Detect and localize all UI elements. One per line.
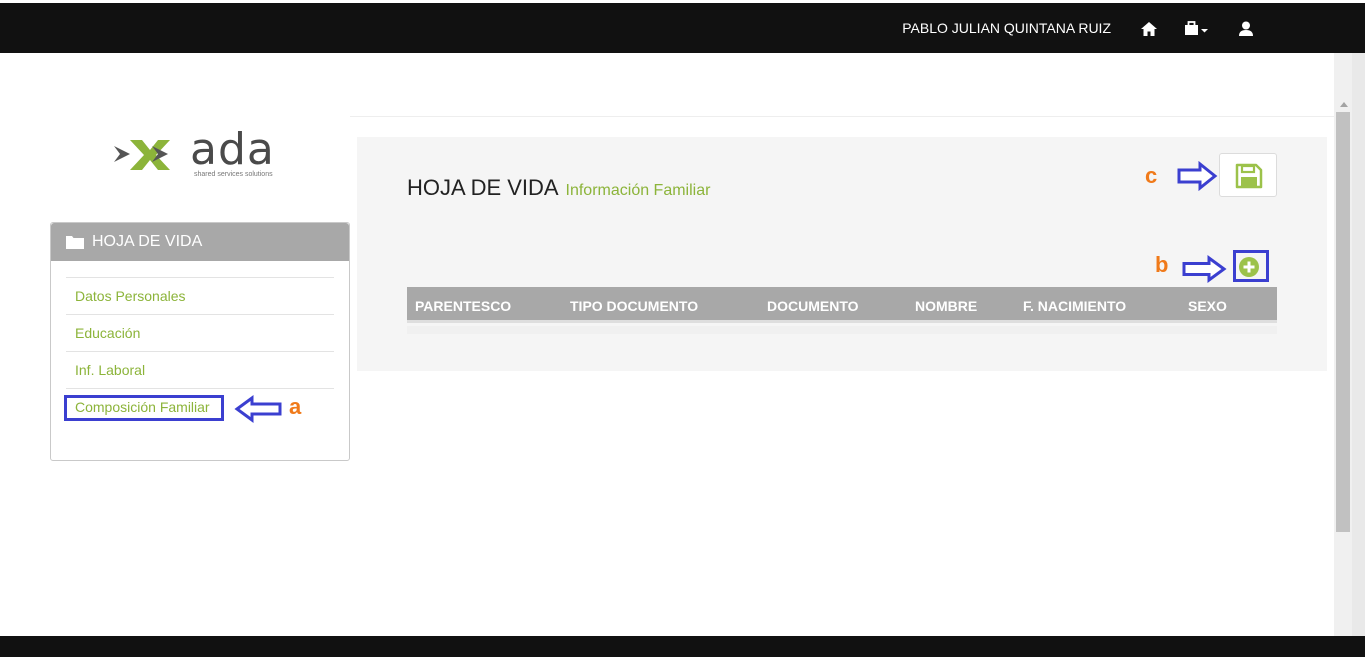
sidebar-header: HOJA DE VIDA: [51, 223, 349, 261]
scrollbar-thumb[interactable]: [1336, 112, 1350, 532]
column-header-documento[interactable]: DOCUMENTO: [767, 298, 859, 314]
table-body-empty: [407, 326, 1277, 334]
scrollbar-edge: [1352, 53, 1365, 636]
sidebar-title: HOJA DE VIDA: [92, 233, 203, 250]
column-header-nombre[interactable]: NOMBRE: [915, 298, 977, 314]
divider: [350, 116, 1334, 117]
column-header-f-nacimiento[interactable]: F. NACIMIENTO: [1023, 298, 1126, 314]
user-name[interactable]: PABLO JULIAN QUINTANA RUIZ: [902, 20, 1111, 36]
arrow-left-icon: [234, 395, 282, 423]
column-header-tipo-documento[interactable]: TIPO DOCUMENTO: [570, 298, 698, 314]
page-title: HOJA DE VIDA Información Familiar: [407, 175, 710, 201]
sidebar-item-datos-personales[interactable]: Datos Personales: [66, 278, 334, 315]
company-logo: ada shared services solutions: [112, 124, 292, 186]
annotation-c: c: [1145, 163, 1158, 188]
arrow-right-icon: [1182, 255, 1227, 283]
page-subtitle: Información Familiar: [565, 182, 711, 199]
arrow-right-icon: [1177, 161, 1218, 191]
sidebar-panel: HOJA DE VIDA Datos Personales Educación …: [50, 222, 350, 461]
logo-text: ada: [190, 124, 275, 175]
page-title-text: HOJA DE VIDA: [407, 175, 558, 200]
top-navbar: PABLO JULIAN QUINTANA RUIZ: [0, 0, 1365, 53]
sidebar-item-educacion[interactable]: Educación: [66, 315, 334, 352]
annotation-a: a: [289, 394, 302, 419]
highlight-box-b: [1233, 250, 1269, 282]
save-button[interactable]: [1219, 153, 1277, 197]
highlight-box-a: [64, 395, 224, 421]
scroll-up-arrow-icon[interactable]: [1336, 97, 1352, 111]
column-header-sexo[interactable]: SEXO: [1188, 298, 1227, 314]
column-header-parentesco[interactable]: PARENTESCO: [415, 298, 511, 314]
folder-icon: [66, 236, 84, 249]
user-icon[interactable]: [1236, 19, 1256, 39]
home-icon[interactable]: [1139, 19, 1159, 39]
table-header: PARENTESCO TIPO DOCUMENTO DOCUMENTO NOMB…: [407, 287, 1277, 323]
floppy-disk-icon: [1235, 163, 1263, 189]
annotation-b: b: [1155, 252, 1169, 277]
bottom-bar: [0, 636, 1365, 657]
sidebar-item-inf-laboral[interactable]: Inf. Laboral: [66, 352, 334, 389]
logo-tagline: shared services solutions: [194, 171, 273, 178]
briefcase-icon[interactable]: [1184, 19, 1210, 39]
